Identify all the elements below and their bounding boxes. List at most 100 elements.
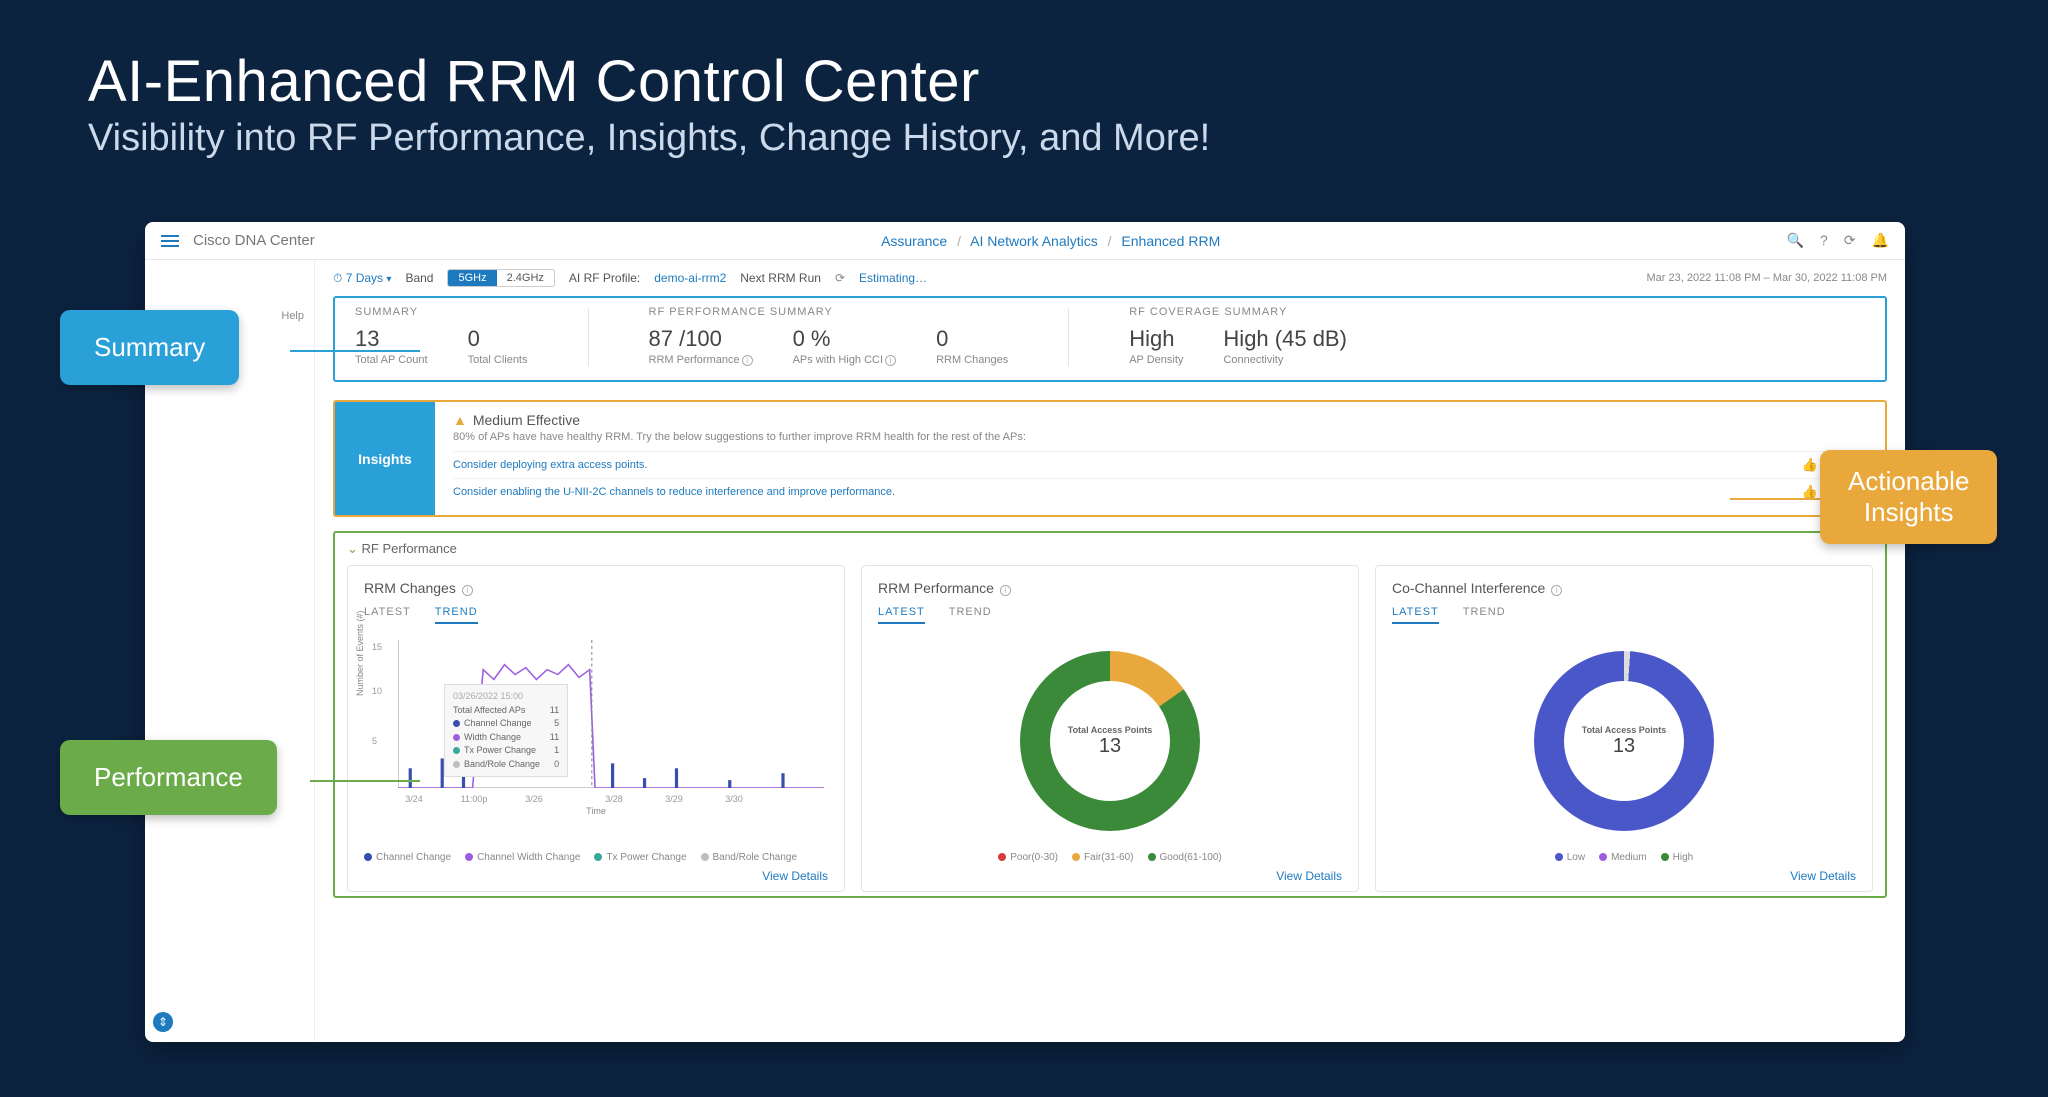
profile-link[interactable]: demo-ai-rrm2 — [654, 271, 726, 285]
card-legend: Low Medium High — [1392, 852, 1856, 863]
perf-section-title: ⌄ RF Performance — [347, 541, 1873, 557]
thumbs-up-icon[interactable]: 👍 — [1802, 457, 1818, 473]
callout-line-summary — [290, 350, 420, 352]
card-cci: Co-Channel Interference i LATEST TREND T… — [1375, 565, 1873, 892]
main-content: ⏱ 7 Days ▾ Band 5GHz 2.4GHz AI RF Profil… — [315, 260, 1905, 1042]
card-title: RRM Performance i — [878, 580, 1342, 596]
card-legend: Channel Change Channel Width Change Tx P… — [364, 852, 828, 863]
date-range-label: Mar 23, 2022 11:08 PM – Mar 30, 2022 11:… — [1646, 272, 1887, 284]
notifications-icon[interactable]: 🔔 — [1872, 232, 1889, 249]
slide-subtitle: Visibility into RF Performance, Insights… — [0, 115, 2048, 160]
metric-label: AP Density — [1129, 354, 1183, 366]
xtick: 3/29 — [665, 794, 683, 804]
metric-label: Total AP Count — [355, 354, 428, 366]
info-icon[interactable]: i — [462, 585, 473, 596]
hamburger-menu-icon[interactable] — [161, 235, 179, 247]
topbar-icons: 🔍 ? ⟳ 🔔 — [1787, 232, 1889, 249]
tab-latest[interactable]: LATEST — [878, 606, 925, 624]
breadcrumb: Assurance / AI Network Analytics / Enhan… — [329, 233, 1773, 249]
info-icon[interactable]: i — [1000, 585, 1011, 596]
time-range-label: 7 Days — [346, 271, 383, 285]
app-window: Cisco DNA Center Assurance / AI Network … — [145, 222, 1905, 1042]
legend-dot-icon — [453, 734, 460, 741]
card-title: RRM Changes i — [364, 580, 828, 596]
legend-dot-icon — [364, 853, 372, 861]
card-tabs: LATEST TREND — [878, 606, 1342, 624]
legend-dot-icon — [1661, 853, 1669, 861]
legend-dot-icon — [1599, 853, 1607, 861]
callout-insights-line1: Actionable — [1848, 466, 1969, 496]
suggestion-row: Consider enabling the U-NII-2C channels … — [453, 478, 1867, 505]
info-icon[interactable]: i — [742, 355, 753, 366]
next-run-spinner-icon: ⟳ — [835, 271, 845, 285]
donut-center-label: Total Access Points — [1068, 725, 1153, 735]
chart-xlabel: Time — [586, 806, 606, 816]
tab-trend[interactable]: TREND — [949, 606, 992, 624]
sidebar-help[interactable]: Help — [281, 310, 304, 322]
view-details-link[interactable]: View Details — [878, 869, 1342, 883]
summary-group-title: SUMMARY — [355, 306, 418, 318]
tab-trend[interactable]: TREND — [1463, 606, 1506, 624]
refresh-icon[interactable]: ⟳ — [1844, 232, 1856, 249]
sidebar-expand-icon[interactable]: ⇕ — [153, 1012, 173, 1032]
metric-value: 0 — [936, 326, 1008, 352]
ytick: 10 — [372, 686, 382, 696]
callout-summary: Summary — [60, 310, 239, 385]
tab-latest[interactable]: LATEST — [1392, 606, 1439, 624]
card-legend: Poor(0-30) Fair(31-60) Good(61-100) — [878, 852, 1342, 863]
metric-label: Connectivity — [1223, 354, 1347, 366]
info-icon[interactable]: i — [885, 355, 896, 366]
metric-label: APs with High CCIi — [793, 354, 896, 366]
breadcrumb-0[interactable]: Assurance — [881, 233, 947, 249]
card-title: Co-Channel Interference i — [1392, 580, 1856, 596]
search-icon[interactable]: 🔍 — [1787, 232, 1804, 249]
legend-dot-icon — [1072, 853, 1080, 861]
tab-latest[interactable]: LATEST — [364, 606, 411, 624]
band-toggle[interactable]: 5GHz 2.4GHz — [447, 269, 554, 287]
summary-group-title: RF PERFORMANCE SUMMARY — [649, 306, 833, 318]
next-run-value: Estimating… — [859, 271, 927, 285]
view-details-link[interactable]: View Details — [364, 869, 828, 883]
card-tabs: LATEST TREND — [364, 606, 828, 624]
summary-group-title: RF COVERAGE SUMMARY — [1129, 306, 1287, 318]
breadcrumb-1[interactable]: AI Network Analytics — [970, 233, 1098, 249]
callout-line-insights — [1730, 498, 1820, 500]
metric-value: 13 — [355, 326, 428, 352]
card-rrm-changes: RRM Changes i LATEST TREND Number of Eve… — [347, 565, 845, 892]
metric-value: 0 % — [793, 326, 896, 352]
info-icon[interactable]: i — [1551, 585, 1562, 596]
metric-value: High (45 dB) — [1223, 326, 1347, 352]
callout-performance: Performance — [60, 740, 277, 815]
band-5ghz[interactable]: 5GHz — [448, 270, 496, 286]
legend-dot-icon — [998, 853, 1006, 861]
view-details-link[interactable]: View Details — [1392, 869, 1856, 883]
band-24ghz[interactable]: 2.4GHz — [497, 270, 554, 286]
ytick: 5 — [372, 736, 377, 746]
callout-insights: Actionable Insights — [1820, 450, 1997, 544]
metric-label: RRM Changes — [936, 354, 1008, 366]
donut-center-value: 13 — [1099, 735, 1121, 758]
metric-label: Total Clients — [468, 354, 528, 366]
suggestion-link[interactable]: Consider deploying extra access points. — [453, 459, 1802, 471]
filter-row: ⏱ 7 Days ▾ Band 5GHz 2.4GHz AI RF Profil… — [333, 260, 1887, 296]
insights-desc: 80% of APs have have healthy RRM. Try th… — [453, 431, 1867, 443]
breadcrumb-2[interactable]: Enhanced RRM — [1121, 233, 1220, 249]
next-run-label: Next RRM Run — [740, 271, 821, 285]
suggestion-row: Consider deploying extra access points. … — [453, 451, 1867, 478]
metric-value: 87 /100 — [649, 326, 753, 352]
summary-panel: SUMMARY 13 Total AP Count 0 Total Client… — [333, 296, 1887, 382]
xtick: 3/30 — [725, 794, 743, 804]
help-icon[interactable]: ? — [1820, 232, 1828, 249]
linechart-rrm-changes: Number of Events (#) 15 10 5 — [364, 636, 828, 806]
metric-value: 0 — [468, 326, 528, 352]
donut-rrm-perf: Total Access Points 13 — [1020, 651, 1200, 831]
tab-trend[interactable]: TREND — [435, 606, 478, 624]
insights-panel: Insights ▲Medium Effective 80% of APs ha… — [333, 400, 1887, 517]
metric-value: High — [1129, 326, 1183, 352]
topbar: Cisco DNA Center Assurance / AI Network … — [145, 222, 1905, 260]
band-label: Band — [405, 271, 433, 285]
suggestion-link[interactable]: Consider enabling the U-NII-2C channels … — [453, 486, 1802, 498]
time-range-dropdown[interactable]: ⏱ 7 Days ▾ — [333, 271, 391, 286]
card-rrm-performance: RRM Performance i LATEST TREND Total Acc… — [861, 565, 1359, 892]
legend-dot-icon — [594, 853, 602, 861]
